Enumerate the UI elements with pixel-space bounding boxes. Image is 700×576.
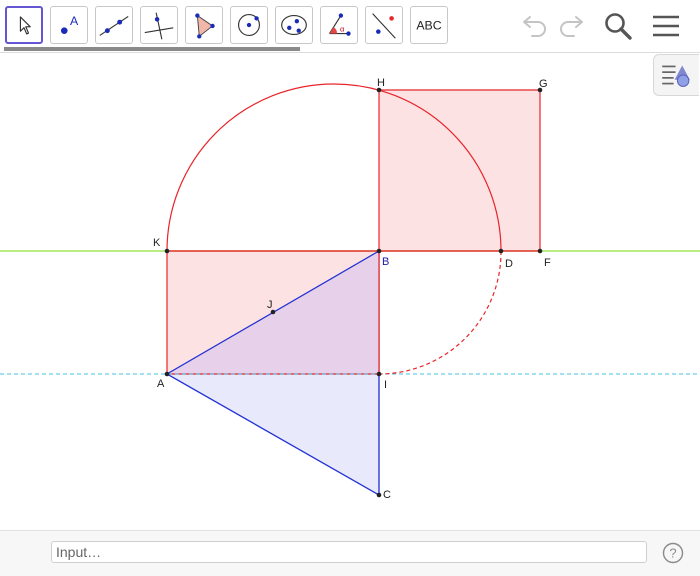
text-tool-icon: ABC bbox=[416, 19, 441, 33]
search-icon bbox=[605, 13, 632, 40]
point-icon: A bbox=[60, 14, 79, 34]
angle-icon: α bbox=[329, 13, 351, 36]
perpendicular-line-icon bbox=[144, 12, 174, 40]
svg-text:α: α bbox=[340, 25, 345, 34]
main-menu-button[interactable] bbox=[648, 8, 684, 44]
move-tool-button[interactable] bbox=[5, 6, 43, 44]
point-f[interactable] bbox=[537, 248, 543, 254]
toolbar-scrollbar[interactable] bbox=[4, 47, 300, 51]
line-icon bbox=[99, 16, 129, 36]
label-j: J bbox=[267, 299, 273, 311]
conic-tool-button[interactable] bbox=[275, 6, 313, 44]
point-a[interactable] bbox=[164, 371, 170, 377]
algebra-input-field[interactable] bbox=[51, 541, 647, 563]
angle-tool-button[interactable]: α bbox=[320, 6, 358, 44]
input-help-button[interactable]: ? bbox=[662, 542, 684, 564]
geometry-diagram: A B C D F G H I J K bbox=[0, 77, 700, 501]
help-symbol: ? bbox=[669, 546, 676, 561]
reflect-tool-button[interactable] bbox=[365, 6, 403, 44]
circle-tool-button[interactable] bbox=[230, 6, 268, 44]
text-tool-label: ABC bbox=[416, 19, 441, 33]
text-tool-button[interactable]: ABC bbox=[410, 6, 448, 44]
undo-icon bbox=[523, 16, 546, 37]
point-tool-button[interactable]: A bbox=[50, 6, 88, 44]
reflect-icon bbox=[372, 13, 396, 39]
point-c[interactable] bbox=[376, 492, 382, 498]
perpendicular-line-tool-button[interactable] bbox=[140, 6, 178, 44]
line-tool-button[interactable] bbox=[95, 6, 133, 44]
redo-button[interactable] bbox=[554, 8, 590, 44]
point-i[interactable] bbox=[376, 371, 382, 377]
point-b[interactable] bbox=[376, 248, 382, 254]
search-button[interactable] bbox=[600, 8, 636, 44]
point-tool-letter: A bbox=[70, 14, 79, 28]
polygon-tool-button[interactable] bbox=[185, 6, 223, 44]
menu-icon bbox=[653, 15, 679, 37]
label-k: K bbox=[153, 237, 161, 249]
label-d: D bbox=[505, 258, 513, 270]
label-g: G bbox=[539, 78, 548, 90]
point-k[interactable] bbox=[164, 248, 170, 254]
dashed-arc-di bbox=[378, 250, 502, 375]
undo-button[interactable] bbox=[516, 8, 552, 44]
cursor-arrow-icon bbox=[19, 16, 31, 35]
graphics-canvas[interactable]: A B C D F G H I J K bbox=[0, 53, 700, 530]
help-icon: ? bbox=[662, 542, 684, 564]
polygon-icon bbox=[195, 13, 215, 39]
input-bar-area: ? bbox=[0, 530, 700, 576]
circle-center-icon bbox=[238, 14, 260, 36]
label-b: B bbox=[382, 256, 389, 268]
point-d[interactable] bbox=[498, 248, 504, 254]
label-a: A bbox=[157, 378, 165, 390]
toolbar: A α ABC bbox=[0, 0, 700, 53]
square-bfgh bbox=[378, 89, 541, 252]
redo-icon bbox=[560, 16, 583, 37]
conic-icon bbox=[281, 14, 307, 36]
label-h: H bbox=[377, 77, 385, 89]
label-f: F bbox=[544, 257, 551, 269]
label-c: C bbox=[383, 489, 391, 501]
label-i: I bbox=[384, 379, 387, 391]
